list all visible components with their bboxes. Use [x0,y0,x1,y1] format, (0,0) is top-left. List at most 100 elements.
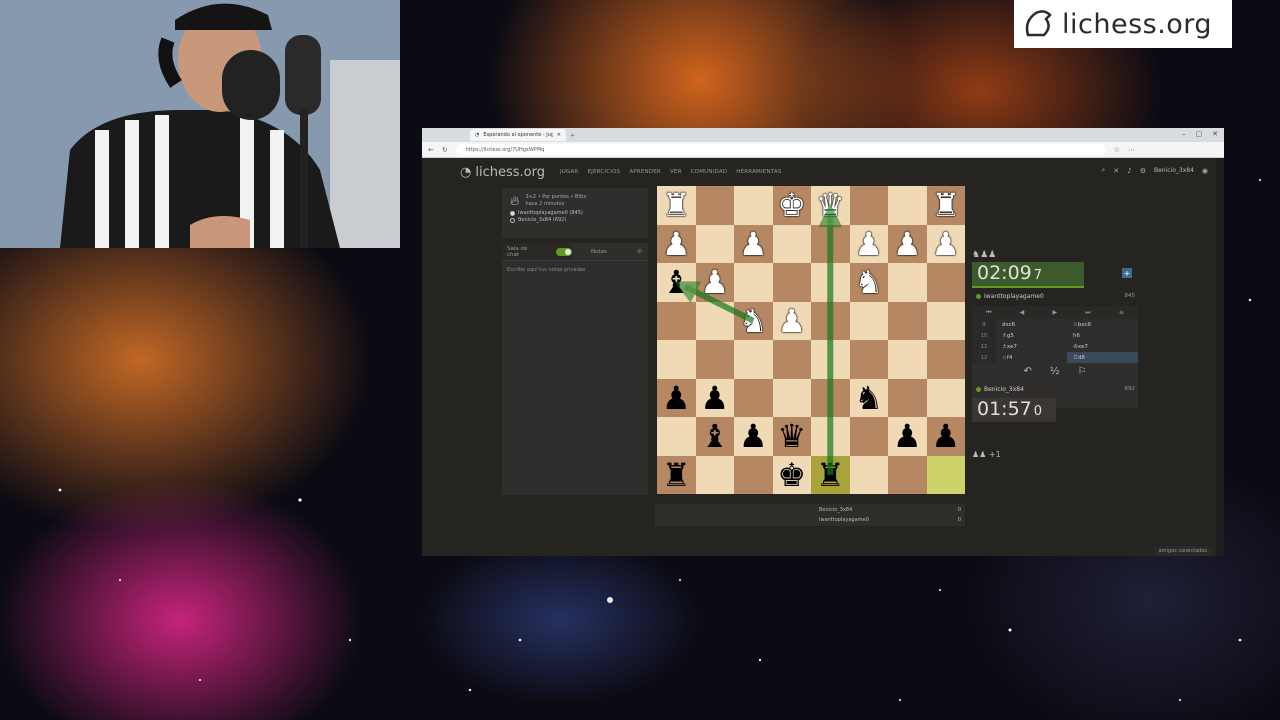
board-square[interactable]: ♜ [926,186,965,225]
board-square[interactable] [734,263,773,302]
black-pawn-piece[interactable]: ♟ [931,420,960,452]
board-square[interactable] [926,263,965,302]
board-square[interactable] [888,263,927,302]
move-menu-icon[interactable]: ≡ [1119,309,1124,316]
white-move[interactable]: ♗g5 [996,330,1067,341]
board-square[interactable] [695,224,734,263]
crosstable-player[interactable]: Iwanttoplayagame0 [819,517,869,523]
chess-board[interactable]: ♜ ♚ ♛ ♜ ♟ ♟ ♟ ♟ ♟ ♝ ♟ ♞ ♞ ♟ ♟ ♟ ♞ ♝ ♟ ♛ ♟ ♟ ♜ ♚ ♜ [657,186,965,494]
board-square[interactable] [695,340,734,379]
chat-toggle[interactable] [556,247,572,256]
black-move[interactable]: ♘bxc6 [1067,319,1138,330]
next-move-icon[interactable]: ▶ [1052,309,1057,316]
black-queen-piece[interactable]: ♛ [777,420,806,452]
board-square[interactable] [926,340,965,379]
opponent-player-row[interactable]: Iwanttoplayagame0 845 [972,290,1138,302]
board-square[interactable]: ♚ [772,455,811,494]
board-square[interactable] [811,417,850,456]
back-icon[interactable]: ← [428,146,434,154]
tab-notes[interactable]: Notas ✆ [572,243,648,260]
white-knight-piece[interactable]: ♞ [854,266,883,298]
board-square[interactable] [772,340,811,379]
favorite-star-icon[interactable]: ☆ [1114,146,1120,154]
phone-icon[interactable]: ✆ [637,249,642,255]
board-square[interactable]: ♜ [657,186,696,225]
board-square[interactable] [849,186,888,225]
black-rook-piece[interactable]: ♜ [662,459,691,491]
info-player-black[interactable]: Benicio_3x84 (692) [510,217,640,223]
browser-menu-icon[interactable]: ⋯ [1128,146,1135,154]
user-menu[interactable]: Benicio_3x84 [1154,167,1194,174]
black-bishop-piece[interactable]: ♝ [700,420,729,452]
board-square[interactable] [695,455,734,494]
board-square[interactable]: ♞ [734,301,773,340]
white-knight-piece[interactable]: ♞ [739,305,768,337]
add-time-button[interactable]: + [1122,268,1132,278]
board-square[interactable]: ♟ [734,224,773,263]
board-square[interactable] [888,301,927,340]
board-square[interactable] [695,186,734,225]
board-square[interactable]: ♚ [772,186,811,225]
black-pawn-piece[interactable]: ♟ [739,420,768,452]
board-square[interactable] [888,455,927,494]
white-move[interactable]: ♘f4 [996,352,1067,363]
tab-close-icon[interactable]: ✕ [557,132,561,138]
board-square[interactable]: ♟ [888,224,927,263]
board-square[interactable]: ♟ [695,263,734,302]
board-square[interactable]: ♝ [657,263,696,302]
board-square[interactable]: ♟ [657,224,696,263]
board-square[interactable] [772,224,811,263]
board-square[interactable] [695,301,734,340]
white-move[interactable]: dxc6 [996,319,1067,330]
board-square[interactable] [734,340,773,379]
white-pawn-piece[interactable]: ♟ [931,228,960,260]
board-square[interactable] [849,417,888,456]
board-square[interactable] [657,417,696,456]
notes-textarea[interactable]: Escribe aquí tus notas privadas [502,261,648,279]
board-square[interactable]: ♛ [772,417,811,456]
board-square[interactable] [734,378,773,417]
nav-aprender[interactable]: APRENDER [629,169,661,175]
board-square[interactable] [926,378,965,417]
black-pawn-piece[interactable]: ♟ [893,420,922,452]
nav-jugar[interactable]: JUGAR [560,169,579,175]
board-square[interactable] [734,455,773,494]
board-square[interactable]: ♟ [849,224,888,263]
white-pawn-piece[interactable]: ♟ [854,228,883,260]
board-square[interactable] [849,301,888,340]
info-player-white[interactable]: Iwanttoplayagame0 (845) [510,210,640,216]
board-square[interactable] [811,301,850,340]
nav-ver[interactable]: VER [670,169,682,175]
window-close-icon[interactable]: ✕ [1212,130,1218,138]
settings-icon[interactable]: ⚙ [1140,167,1146,175]
black-bishop-piece[interactable]: ♝ [662,266,691,298]
board-square[interactable] [926,455,965,494]
white-king-piece[interactable]: ♚ [777,189,806,221]
board-square[interactable]: ♟ [695,378,734,417]
white-pawn-piece[interactable]: ♟ [777,305,806,337]
board-square[interactable] [811,224,850,263]
board-square[interactable]: ♞ [849,378,888,417]
tab-chat-room[interactable]: Sala de chat [502,243,572,260]
black-knight-piece[interactable]: ♞ [854,382,883,414]
board-square[interactable] [849,340,888,379]
white-queen-piece[interactable]: ♛ [816,189,845,221]
user-avatar-icon[interactable]: ◉ [1202,167,1208,175]
board-square[interactable] [734,186,773,225]
board-square[interactable]: ♛ [811,186,850,225]
board-square[interactable]: ♟ [926,417,965,456]
minimize-icon[interactable]: – [1182,130,1186,138]
nav-comunidad[interactable]: COMUNIDAD [691,169,728,175]
black-pawn-piece[interactable]: ♟ [662,382,691,414]
board-square[interactable] [888,378,927,417]
black-move[interactable]: h6 [1067,330,1138,341]
browser-tab-active[interactable]: ◔ Esperando al oponente - Jugar lic ✕ [470,129,566,141]
white-pawn-piece[interactable]: ♟ [662,228,691,260]
board-square[interactable]: ♜ [811,455,850,494]
board-square[interactable]: ♟ [657,378,696,417]
resign-flag-icon[interactable]: ⚐ [1078,366,1087,377]
board-square[interactable] [772,378,811,417]
board-square[interactable]: ♝ [695,417,734,456]
close-icon[interactable]: ✕ [1113,167,1119,175]
first-move-icon[interactable]: ⏮ [986,309,991,317]
